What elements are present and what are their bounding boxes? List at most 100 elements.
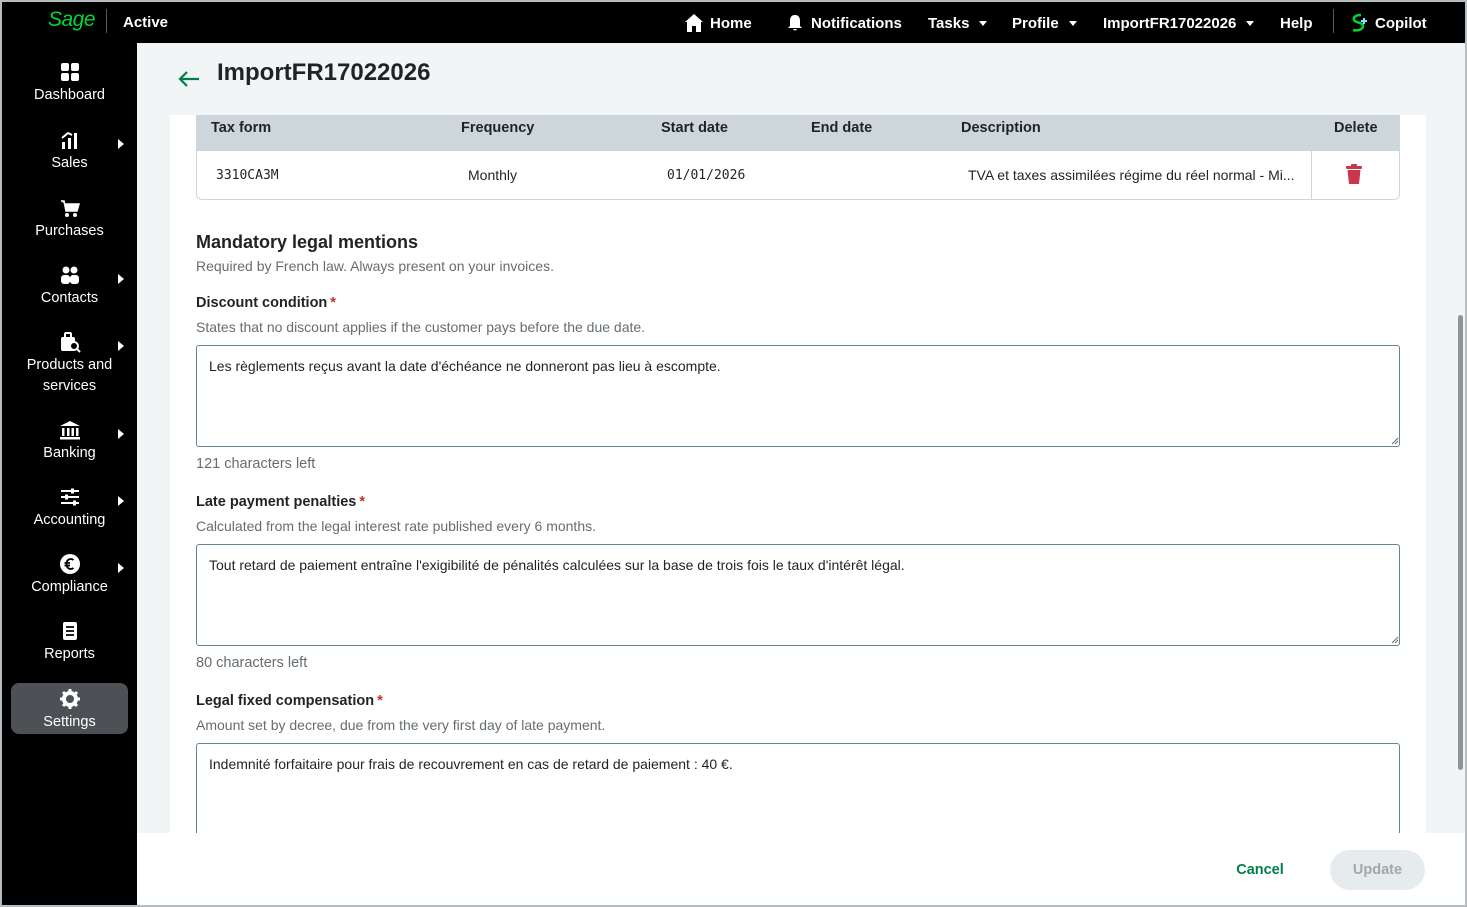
table-row: 3310CA3M Monthly 01/01/2026 TVA et taxes… [197, 151, 1399, 199]
discount-condition-help: States that no discount applies if the c… [196, 319, 646, 335]
cell-frequency: Monthly [468, 167, 518, 183]
report-icon [62, 622, 77, 640]
nav-copilot-label: Copilot [1375, 14, 1427, 32]
chevron-right-icon [118, 563, 124, 573]
nav-tasks-label: Tasks [928, 14, 970, 32]
divider [1333, 9, 1334, 33]
sliders-icon [60, 488, 79, 506]
section-title: Mandatory legal mentions [196, 232, 419, 252]
section-subtitle: Required by French law. Always present o… [196, 258, 554, 274]
late-penalties-label: Late payment penalties * [196, 494, 365, 510]
sidebar-item-label: Accounting [33, 512, 106, 528]
column-header-frequency: Frequency [461, 120, 535, 136]
chevron-down-icon [1246, 20, 1255, 26]
column-header-delete: Delete [1334, 120, 1378, 136]
dashboard-icon [60, 63, 79, 81]
nav-home[interactable]: Home [684, 14, 752, 32]
column-header-start-date: Start date [661, 120, 728, 136]
cell-start-date: 01/01/2026 [667, 168, 746, 183]
nav-notifications-label: Notifications [811, 14, 902, 32]
sidebar-item-label: Compliance [31, 579, 108, 595]
nav-home-label: Home [710, 14, 752, 32]
fixed-compensation-label-text: Legal fixed compensation [196, 693, 375, 709]
bell-icon [788, 15, 802, 31]
nav-help-label: Help [1280, 14, 1313, 32]
required-marker: * [377, 693, 383, 709]
discount-condition-label-text: Discount condition [196, 295, 328, 311]
bank-icon [59, 421, 80, 440]
trash-icon[interactable] [1345, 164, 1363, 184]
late-penalties-textarea[interactable]: Tout retard de paiement entraîne l'exigi… [196, 544, 1400, 646]
late-penalties-chars-left: 80 characters left [196, 655, 308, 671]
sidebar-item-label: Products and services [26, 357, 113, 394]
sidebar-item-label: Banking [43, 445, 96, 461]
column-header-tax-form: Tax form [211, 120, 272, 136]
sidebar-item-contacts[interactable]: Contacts [11, 264, 128, 314]
cell-description: TVA et taxes assimilées régime du réel n… [968, 167, 1295, 183]
delete-column-divider [1311, 115, 1312, 199]
divider [106, 9, 107, 33]
sidebar-item-sales[interactable]: Sales [11, 129, 128, 179]
nav-profile[interactable]: Profile [1012, 14, 1077, 32]
chevron-right-icon [118, 274, 124, 284]
page-title: ImportFR17022026 [217, 59, 431, 86]
cart-icon [60, 200, 80, 217]
cell-tax-form: 3310CA3M [216, 168, 279, 183]
nav-help[interactable]: Help [1280, 14, 1313, 32]
sidebar-item-dashboard[interactable]: Dashboard [11, 61, 128, 111]
sidebar-item-settings[interactable]: Settings [11, 683, 128, 734]
scrollbar-thumb[interactable] [1458, 315, 1463, 770]
sidebar-item-label: Contacts [40, 290, 99, 306]
form-footer: Cancel Update [137, 833, 1465, 905]
late-penalties-help: Calculated from the legal interest rate … [196, 518, 596, 534]
nav-company-switcher[interactable]: ImportFR17022026 [1103, 14, 1255, 32]
discount-condition-label: Discount condition * [196, 295, 336, 311]
discount-condition-textarea[interactable]: Les règlements reçus avant la date d'éch… [196, 345, 1400, 447]
sidebar-item-accounting[interactable]: Accounting [11, 486, 128, 536]
chevron-down-icon [1068, 20, 1077, 26]
gear-icon [59, 689, 80, 709]
page-scrollbar[interactable] [1456, 43, 1465, 833]
required-marker: * [330, 295, 336, 311]
settings-panel: Tax form Frequency Start date End date D… [170, 115, 1426, 845]
home-icon [685, 14, 703, 32]
sidebar-item-banking[interactable]: Banking [11, 419, 128, 469]
sidebar-item-label: Dashboard [34, 87, 105, 103]
sidebar: Dashboard Sales Purchases Contacts Produ… [2, 43, 137, 905]
back-arrow-icon[interactable] [177, 69, 201, 89]
sidebar-item-purchases[interactable]: Purchases [11, 197, 128, 247]
sidebar-item-compliance[interactable]: Compliance [11, 553, 128, 603]
sidebar-item-products-and-services[interactable]: Products and services [11, 331, 128, 401]
update-button[interactable]: Update [1330, 850, 1425, 890]
cancel-button[interactable]: Cancel [1219, 853, 1301, 887]
fixed-compensation-textarea[interactable]: Indemnité forfaitaire pour frais de reco… [196, 743, 1400, 845]
main-content: ImportFR17022026 Tax form Frequency Star… [137, 43, 1465, 905]
chevron-right-icon [118, 429, 124, 439]
fixed-compensation-help: Amount set by decree, due from the very … [196, 717, 606, 733]
nav-notifications[interactable]: Notifications [785, 14, 902, 32]
nav-profile-label: Profile [1012, 14, 1059, 32]
nav-company-label: ImportFR17022026 [1103, 14, 1237, 32]
discount-chars-left: 121 characters left [196, 456, 316, 472]
chevron-right-icon [118, 139, 124, 149]
products-icon [60, 332, 81, 353]
chevron-down-icon [979, 20, 988, 26]
nav-copilot[interactable]: Copilot [1349, 13, 1427, 32]
euro-icon [59, 554, 80, 574]
fixed-compensation-label: Legal fixed compensation * [196, 693, 383, 709]
column-header-description: Description [961, 120, 1041, 136]
sidebar-item-label: Purchases [35, 223, 104, 239]
chevron-right-icon [118, 496, 124, 506]
column-header-end-date: End date [811, 120, 873, 136]
late-penalties-label-text: Late payment penalties [196, 494, 357, 510]
contacts-icon [60, 266, 79, 284]
sidebar-item-label: Reports [44, 646, 95, 662]
sidebar-item-label: Sales [51, 155, 88, 171]
nav-tasks[interactable]: Tasks [928, 14, 988, 32]
chevron-right-icon [118, 341, 124, 351]
sidebar-item-reports[interactable]: Reports [11, 620, 128, 670]
sage-logo[interactable]: Sage [48, 8, 96, 32]
tax-forms-table: Tax form Frequency Start date End date D… [196, 115, 1400, 200]
sidebar-item-label: Settings [43, 714, 96, 730]
company-status: Active [123, 14, 169, 31]
